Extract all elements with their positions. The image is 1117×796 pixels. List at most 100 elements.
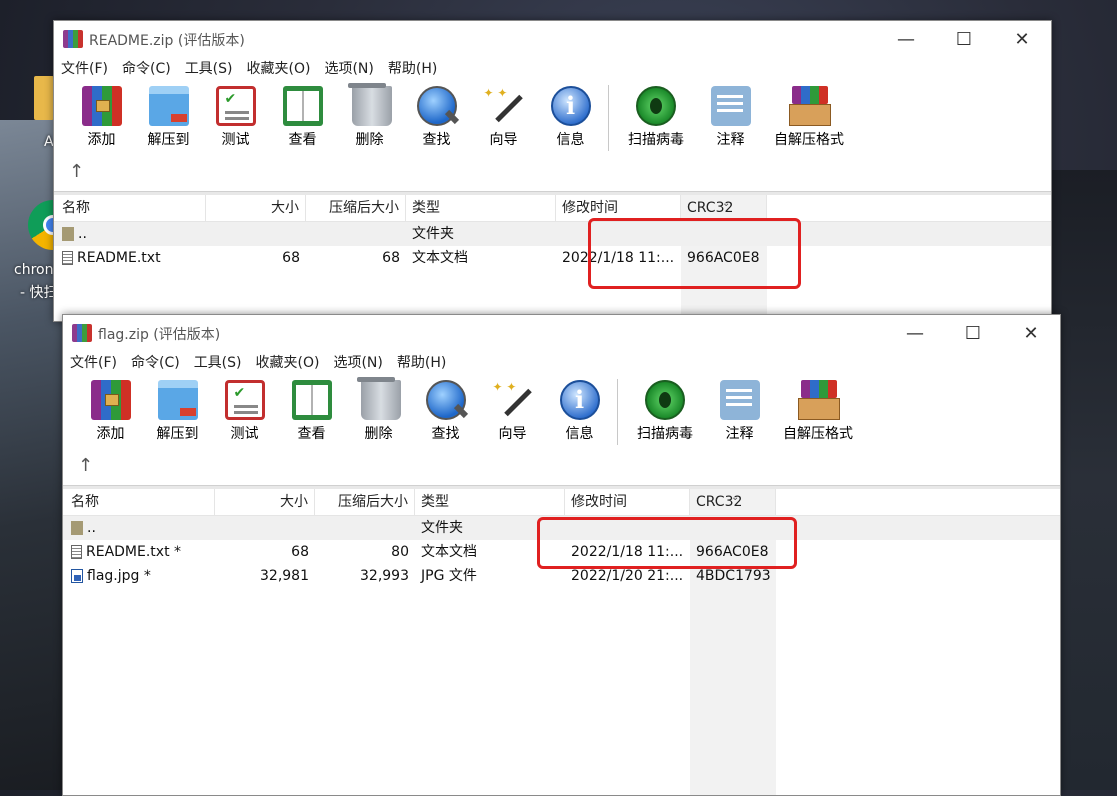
col-packed[interactable]: 压缩后大小	[306, 195, 406, 221]
find-label: 查找	[422, 132, 451, 148]
cell-name: flag.jpg *	[71, 564, 151, 588]
find-icon	[416, 86, 457, 126]
extract-to-button[interactable]: 解压到	[135, 83, 202, 155]
winrar-app-icon	[72, 324, 92, 342]
col-packed[interactable]: 压缩后大小	[315, 489, 415, 515]
table-row[interactable]: README.txt 68 68 文本文档 2022/1/18 11:... 9…	[54, 246, 1051, 270]
comment-button[interactable]: 注释	[706, 377, 773, 449]
view-icon	[282, 86, 323, 126]
titlebar[interactable]: README.zip (评估版本) — ☐ ✕	[54, 21, 1051, 57]
delete-button[interactable]: 删除	[336, 83, 403, 155]
sort-indicator-icon: ⌄	[731, 492, 740, 503]
delete-label: 删除	[355, 132, 384, 148]
wizard-button[interactable]: 向导	[479, 377, 546, 449]
info-label: 信息	[556, 132, 585, 148]
add-label: 添加	[96, 426, 125, 442]
sfx-button[interactable]: 自解压格式	[773, 377, 863, 449]
comment-label: 注释	[716, 132, 745, 148]
cell-type: 文件夹	[412, 226, 454, 242]
menu-command[interactable]: 命令(C)	[122, 57, 171, 81]
wizard-button[interactable]: 向导	[470, 83, 537, 155]
sfx-label: 自解压格式	[783, 426, 853, 442]
view-label: 查看	[288, 132, 317, 148]
sfx-icon	[789, 86, 831, 126]
extract-label: 解压到	[147, 132, 190, 148]
menu-options[interactable]: 选项(N)	[324, 57, 373, 81]
cell-size: 32,981	[260, 568, 309, 584]
up-arrow-icon[interactable]: ↑	[78, 455, 93, 476]
virus-scan-icon	[636, 86, 676, 126]
col-type[interactable]: 类型	[415, 489, 565, 515]
cell-type: 文本文档	[412, 250, 468, 266]
col-name[interactable]: 名称	[65, 489, 215, 515]
highlight-box-flag	[537, 517, 797, 569]
col-modified[interactable]: 修改时间	[565, 489, 690, 515]
test-button[interactable]: 测试	[211, 377, 278, 449]
add-icon	[90, 380, 131, 420]
menu-favorites[interactable]: 收藏夹(O)	[247, 57, 311, 81]
titlebar[interactable]: flag.zip (评估版本) — ☐ ✕	[63, 315, 1060, 351]
menu-tools[interactable]: 工具(S)	[185, 57, 233, 81]
column-header: 名称 大小 压缩后大小 类型 修改时间 CRC32 ⌄	[54, 195, 1051, 222]
info-icon	[550, 86, 591, 126]
col-name[interactable]: 名称	[56, 195, 206, 221]
text-file-icon	[71, 545, 82, 559]
toolbar-separator	[608, 85, 609, 151]
menu-favorites[interactable]: 收藏夹(O)	[256, 351, 320, 375]
virus-scan-button[interactable]: 扫描病毒	[624, 377, 706, 449]
readme-zip-window: README.zip (评估版本) — ☐ ✕ 文件(F) 命令(C) 工具(S…	[53, 20, 1052, 322]
test-button[interactable]: 测试	[202, 83, 269, 155]
image-file-icon	[71, 569, 83, 583]
column-header: 名称 大小 压缩后大小 类型 修改时间 CRC32 ⌄	[63, 489, 1060, 516]
info-button[interactable]: 信息	[537, 83, 604, 155]
close-button[interactable]: ✕	[1002, 315, 1060, 351]
sfx-label: 自解压格式	[774, 132, 844, 148]
desktop-folder-icon[interactable]	[34, 76, 54, 120]
add-button[interactable]: 添加	[68, 83, 135, 155]
extract-icon	[148, 86, 189, 126]
comment-icon	[710, 86, 751, 126]
col-type[interactable]: 类型	[406, 195, 556, 221]
find-button[interactable]: 查找	[403, 83, 470, 155]
info-button[interactable]: 信息	[546, 377, 613, 449]
up-arrow-icon[interactable]: ↑	[69, 161, 84, 182]
toolbar: 添加 解压到 测试 查看 删除 查找 向导 信息 扫描病毒 注释 自解压格式	[54, 83, 1051, 155]
virus-scan-label: 扫描病毒	[628, 132, 684, 148]
view-button[interactable]: 查看	[269, 83, 336, 155]
file-list: 名称 大小 压缩后大小 类型 修改时间 CRC32 ⌄ .. 文件夹 READM…	[54, 195, 1051, 321]
cell-name: README.txt *	[71, 540, 181, 564]
col-size[interactable]: 大小	[215, 489, 315, 515]
view-button[interactable]: 查看	[278, 377, 345, 449]
menu-options[interactable]: 选项(N)	[333, 351, 382, 375]
cell-size: 68	[282, 250, 300, 266]
menu-file[interactable]: 文件(F)	[61, 57, 108, 81]
test-label: 测试	[221, 132, 250, 148]
table-row[interactable]: .. 文件夹	[54, 222, 1051, 246]
menu-command[interactable]: 命令(C)	[131, 351, 180, 375]
cell-name: ..	[62, 222, 87, 246]
menu-tools[interactable]: 工具(S)	[194, 351, 242, 375]
toolbar-separator	[617, 379, 618, 445]
sfx-button[interactable]: 自解压格式	[764, 83, 854, 155]
maximize-button[interactable]: ☐	[935, 21, 993, 57]
test-icon	[224, 380, 265, 420]
col-size[interactable]: 大小	[206, 195, 306, 221]
test-label: 测试	[230, 426, 259, 442]
minimize-button[interactable]: —	[877, 21, 935, 57]
close-button[interactable]: ✕	[993, 21, 1051, 57]
extract-to-button[interactable]: 解压到	[144, 377, 211, 449]
maximize-button[interactable]: ☐	[944, 315, 1002, 351]
chrome-label-line2: - 快扫	[20, 285, 58, 301]
add-button[interactable]: 添加	[77, 377, 144, 449]
minimize-button[interactable]: —	[886, 315, 944, 351]
virus-scan-button[interactable]: 扫描病毒	[615, 83, 697, 155]
comment-button[interactable]: 注释	[697, 83, 764, 155]
sfx-icon	[798, 380, 840, 420]
menu-help[interactable]: 帮助(H)	[397, 351, 446, 375]
find-button[interactable]: 查找	[412, 377, 479, 449]
virus-scan-icon	[645, 380, 685, 420]
folder-up-icon	[71, 521, 83, 535]
delete-button[interactable]: 删除	[345, 377, 412, 449]
menu-file[interactable]: 文件(F)	[70, 351, 117, 375]
menu-help[interactable]: 帮助(H)	[388, 57, 437, 81]
